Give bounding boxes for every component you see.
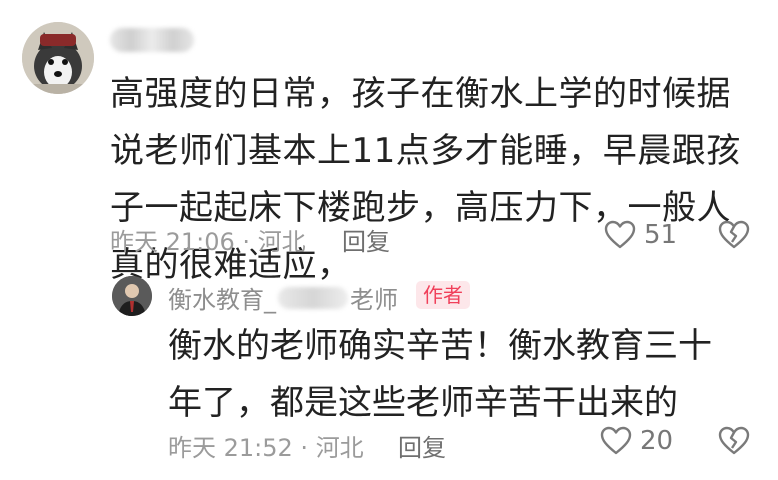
reply-name-suffix: 老师	[350, 286, 398, 314]
reply-avatar[interactable]	[112, 276, 152, 316]
comment-time: 昨天 21:06	[110, 228, 235, 256]
heart-outline-icon	[604, 220, 636, 249]
avatar[interactable]	[22, 22, 94, 94]
reply-reply-button[interactable]: 回复	[398, 428, 446, 463]
reply-author-name: 衡水教育_ 老师	[168, 280, 398, 315]
author-badge: 作者	[416, 281, 470, 309]
reply-name-prefix: 衡水教育_	[168, 286, 276, 314]
reply-meta: 昨天 21:52 · 河北	[168, 434, 364, 462]
like-button[interactable]: 51	[604, 220, 677, 250]
broken-heart-icon	[718, 220, 750, 249]
reply-dislike-button[interactable]	[718, 426, 750, 460]
reply-text: 衡水的老师确实辛苦！衡水教育三十年了，都是这些老师辛苦干出来的	[168, 326, 712, 423]
like-count: 51	[644, 220, 678, 250]
dog-avatar-icon	[22, 22, 94, 94]
dislike-button[interactable]	[718, 220, 750, 254]
name-redacted	[278, 286, 348, 309]
reply-time: 昨天 21:52	[168, 434, 293, 462]
comment-meta: 昨天 21:06 · 河北	[110, 228, 306, 256]
username-redacted	[110, 28, 194, 52]
reply-location: 河北	[315, 434, 364, 462]
comment-thread: 高强度的日常，孩子在衡水上学的时候据说老师们基本上11点多才能睡，早晨跟孩子一起…	[0, 0, 778, 480]
reply-like-button[interactable]: 20	[600, 426, 673, 456]
reply-like-count: 20	[640, 426, 674, 456]
broken-heart-icon	[718, 426, 750, 455]
reply-button[interactable]: 回复	[342, 222, 390, 257]
person-avatar-icon	[112, 276, 152, 316]
heart-outline-icon	[600, 426, 632, 455]
comment-text: 高强度的日常，孩子在衡水上学的时候据说老师们基本上11点多才能睡，早晨跟孩子一起…	[110, 74, 741, 285]
comment-location: 河北	[257, 228, 306, 256]
